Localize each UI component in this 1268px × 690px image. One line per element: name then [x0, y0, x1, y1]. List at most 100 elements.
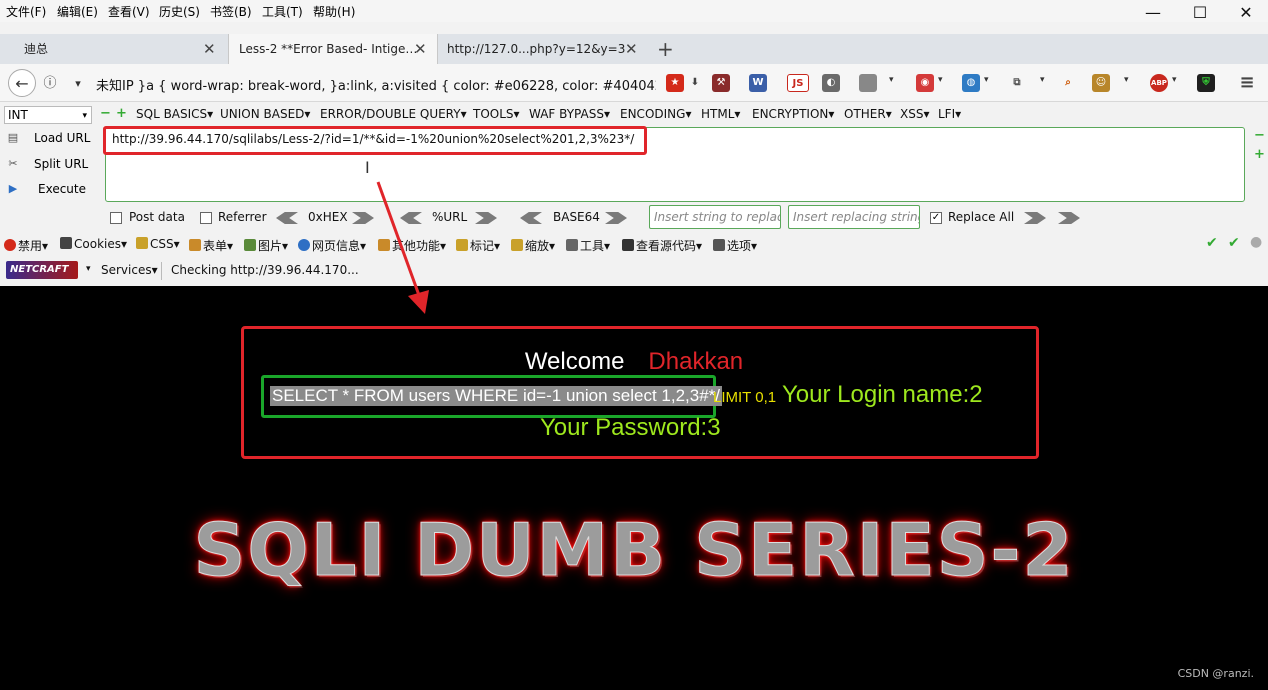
shield-icon[interactable]: ⛨	[1197, 74, 1215, 92]
netcraft-logo[interactable]: NETCRAFT	[6, 261, 78, 279]
wd-view-source[interactable]: 查看源代码▾	[622, 237, 702, 254]
hex-encode-arrow-icon[interactable]	[352, 212, 374, 224]
wd-disable[interactable]: 禁用▾	[4, 237, 48, 254]
menu-sql-basics[interactable]: SQL BASICS▾	[136, 107, 213, 121]
wd-page-info[interactable]: 网页信息▾	[298, 237, 366, 254]
adblock-icon[interactable]: ABP	[1150, 74, 1168, 92]
login-name: Your Login name:2	[782, 381, 983, 408]
copy-icon[interactable]: ⧉	[1008, 74, 1026, 92]
base64-decode-arrow-icon[interactable]	[520, 212, 542, 224]
css-valid-icon: ✔	[1206, 235, 1218, 251]
wd-cookies[interactable]: Cookies▾	[60, 237, 127, 251]
wd-page-info-label: 网页信息▾	[312, 239, 367, 253]
minimize-button[interactable]: —	[1142, 2, 1164, 24]
netcraft-services[interactable]: Services▾	[101, 263, 158, 277]
tab-localhost[interactable]: http://127.0...php?y=12&y=3	[437, 34, 627, 64]
maximize-button[interactable]: ☐	[1189, 2, 1211, 24]
chevron-down-icon[interactable]: ▾	[1172, 75, 1177, 85]
menu-help[interactable]: 帮助(H)	[313, 3, 355, 20]
wd-options[interactable]: 选项▾	[713, 237, 757, 254]
post-data-checkbox[interactable]	[110, 212, 122, 224]
tab-dizong[interactable]: 迪总	[14, 34, 224, 64]
menu-encryption[interactable]: ENCRYPTION▾	[752, 107, 834, 121]
user-name: Dhakkan	[648, 348, 744, 375]
plus-icon[interactable]: +	[1254, 147, 1265, 162]
split-url-button[interactable]: ✂ Split URL	[4, 153, 94, 175]
hex-decode-arrow-icon[interactable]	[276, 212, 298, 224]
chevron-down-icon[interactable]: ▾	[1040, 75, 1045, 85]
close-tab-icon[interactable]: ✕	[414, 34, 427, 64]
address-bar[interactable]: 未知IP }a { word-wrap: break-word, }a:link…	[96, 75, 656, 94]
tab-less-2[interactable]: Less-2 **Error Based- Intige…	[228, 34, 438, 64]
new-tab-button[interactable]: +	[657, 36, 674, 62]
minus-icon[interactable]: −	[1254, 128, 1265, 143]
load-url-button[interactable]: ▤ Load URL	[4, 127, 94, 149]
password-text: Your Password:3	[540, 414, 721, 441]
cookie-icon[interactable]: ◐	[822, 74, 840, 92]
menu-history[interactable]: 历史(S)	[159, 3, 200, 20]
menu-other[interactable]: OTHER▾	[844, 107, 892, 121]
download-icon[interactable]: ⬇	[686, 74, 704, 92]
referrer-checkbox[interactable]	[200, 212, 212, 224]
close-tab-icon[interactable]: ✕	[625, 34, 638, 64]
menu-tools[interactable]: 工具(T)	[262, 3, 303, 20]
close-tab-icon[interactable]: ✕	[203, 34, 216, 64]
type-select[interactable]: INT ▾	[4, 106, 92, 124]
page-title: SQLI DUMB SERIES-2	[193, 508, 1075, 593]
menu-file[interactable]: 文件(F)	[6, 3, 46, 20]
menu-encoding[interactable]: ENCODING▾	[620, 107, 691, 121]
minus-icon[interactable]: −	[100, 106, 111, 121]
wd-outline[interactable]: 标记▾	[456, 237, 500, 254]
wd-misc[interactable]: 其他功能▾	[378, 237, 446, 254]
clock-icon[interactable]	[859, 74, 877, 92]
chevron-down-icon[interactable]: ▾	[70, 70, 86, 98]
menu-tools[interactable]: TOOLS▾	[473, 107, 520, 121]
chevron-down-icon[interactable]: ▾	[938, 75, 943, 85]
url-decode-arrow-icon[interactable]	[400, 212, 422, 224]
replacing-string-input[interactable]: Insert replacing string	[788, 205, 920, 229]
hackbar-menu-row: INT ▾ − + SQL BASICS▾ UNION BASED▾ ERROR…	[0, 103, 1268, 125]
web-developer-toolbar: 禁用▾ Cookies▾ CSS▾ 表单▾ 图片▾ 网页信息▾ 其他功能▾ 标记…	[0, 233, 1268, 255]
chevron-down-icon[interactable]: ▾	[1124, 75, 1129, 85]
chevron-down-icon[interactable]: ▾	[984, 75, 989, 85]
base64-encode-arrow-icon[interactable]	[605, 212, 627, 224]
menu-xss[interactable]: XSS▾	[900, 107, 929, 121]
wd-tools[interactable]: 工具▾	[566, 237, 610, 254]
wd-forms[interactable]: 表单▾	[189, 237, 233, 254]
menu-lfi[interactable]: LFI▾	[938, 107, 961, 121]
wappalyzer-icon[interactable]: W	[749, 74, 767, 92]
replace-arrow-icon[interactable]	[1024, 212, 1046, 224]
globe-icon[interactable]: ◍	[962, 74, 980, 92]
wd-resize[interactable]: 缩放▾	[511, 237, 555, 254]
wd-css[interactable]: CSS▾	[136, 237, 180, 251]
chevron-down-icon[interactable]: ▾	[889, 75, 894, 85]
hackbar-icon[interactable]: ⚒	[712, 74, 730, 92]
js-icon[interactable]: JS	[787, 74, 809, 92]
wd-images[interactable]: 图片▾	[244, 237, 288, 254]
replace-all-checkbox[interactable]: ✓	[930, 212, 942, 224]
site-info-icon[interactable]: ⓘ	[40, 70, 60, 98]
menu-union-based[interactable]: UNION BASED▾	[220, 107, 310, 121]
welcome-text: Welcome	[524, 348, 625, 375]
menu-waf-bypass[interactable]: WAF BYPASS▾	[529, 107, 610, 121]
hamburger-menu-icon[interactable]: ≡	[1238, 74, 1256, 92]
zoom-icon[interactable]: ⌕	[1059, 74, 1077, 92]
insert-string-input[interactable]: Insert string to replace	[649, 205, 781, 229]
replace-undo-arrow-icon[interactable]	[1058, 212, 1080, 224]
menu-bookmarks[interactable]: 书签(B)	[210, 3, 252, 20]
monkey-icon[interactable]: ☺	[1092, 74, 1110, 92]
navigation-bar: ← ⓘ ▾ 未知IP }a { word-wrap: break-word, }…	[0, 64, 1268, 102]
back-button[interactable]: ←	[8, 69, 36, 97]
menu-html[interactable]: HTML▾	[701, 107, 740, 121]
menu-error-double-query[interactable]: ERROR/DOUBLE QUERY▾	[320, 107, 467, 121]
menu-view[interactable]: 查看(V)	[108, 3, 150, 20]
mask-icon[interactable]: ◉	[916, 74, 934, 92]
sql-query: SELECT * FROM users WHERE id=-1 union se…	[270, 386, 723, 406]
menu-edit[interactable]: 编辑(E)	[57, 3, 98, 20]
plus-icon[interactable]: +	[116, 106, 127, 121]
execute-button[interactable]: ▶ Execute	[4, 178, 94, 200]
url-encode-arrow-icon[interactable]	[475, 212, 497, 224]
flag-icon[interactable]: ★	[666, 74, 684, 92]
close-window-button[interactable]: ✕	[1235, 2, 1257, 24]
chevron-down-icon[interactable]: ▾	[86, 264, 91, 274]
